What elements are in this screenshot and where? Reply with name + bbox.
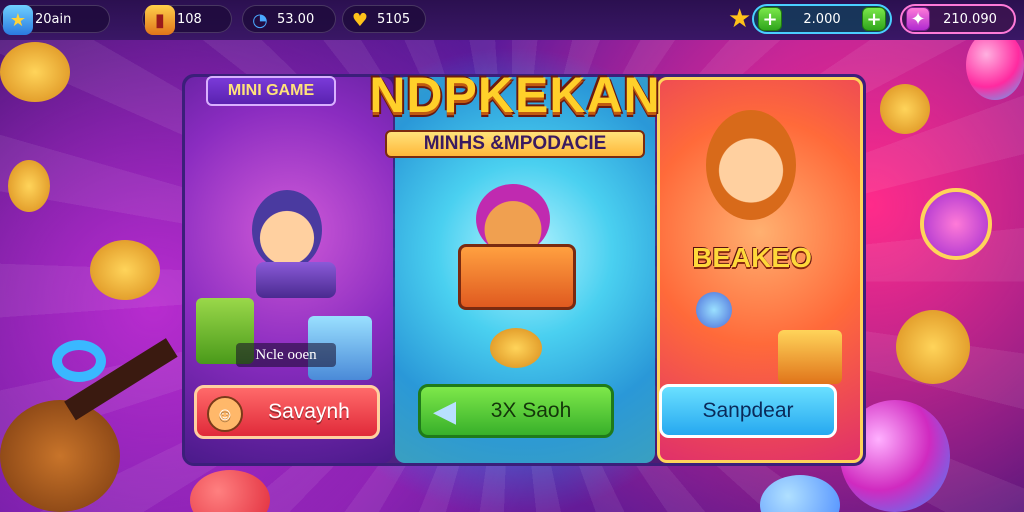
star-icon: ★ xyxy=(3,5,33,35)
savaynh-button[interactable]: ☺ Savaynh xyxy=(194,385,380,439)
coin-icon xyxy=(896,310,970,384)
ring-icon xyxy=(52,340,106,382)
heart-icon: ♥ xyxy=(351,9,369,31)
card1-caption: Ncle ooen xyxy=(236,343,336,367)
coin-icon xyxy=(880,84,930,134)
savaynh-button-label: Savaynh xyxy=(268,400,350,423)
coin-icon xyxy=(8,160,50,212)
hud-hearts[interactable]: ♥ 5105 xyxy=(342,5,426,33)
hud-gems[interactable]: ✦ 210.090 xyxy=(900,4,1016,34)
coin-icon xyxy=(90,240,160,300)
gift-box-icon xyxy=(778,330,842,384)
hud-gems-value: 210.090 xyxy=(943,11,997,27)
coin-icon xyxy=(490,328,542,368)
clock-icon: ◔ xyxy=(252,9,268,31)
gem-icon: ✦ xyxy=(906,7,930,31)
star-badge-icon xyxy=(696,292,732,328)
card3-label: BEAKEO xyxy=(692,242,812,273)
potion-icon: ▮ xyxy=(145,5,175,35)
3x-saoh-button-label: 3X Saoh xyxy=(490,399,572,422)
hud-time[interactable]: ◔ 53.00 xyxy=(242,5,336,33)
3x-saoh-button[interactable]: ◀ 3X Saoh xyxy=(418,384,614,438)
hud-stars-value: 20ain xyxy=(35,11,72,27)
acorn-face-icon: ☺ xyxy=(207,396,243,432)
hud-stars[interactable]: ★ 20ain xyxy=(0,5,110,35)
game-subtitle: MINHS &MPODACIE xyxy=(385,130,645,158)
hud-currency-1-value: 2.000 xyxy=(803,11,841,27)
gamer-character-3 xyxy=(706,110,796,220)
mini-game-tag: MINI GAME xyxy=(206,76,336,106)
badge-icon xyxy=(920,188,992,260)
hud-hearts-value: 5105 xyxy=(377,11,411,27)
coin-icon xyxy=(0,42,70,102)
ball-icon xyxy=(966,30,1024,100)
boombox-icon xyxy=(458,244,576,310)
hud-potions[interactable]: ▮ 108 xyxy=(142,5,232,35)
sanpdear-button[interactable]: Sanpdear xyxy=(659,384,837,438)
plus-icon[interactable]: + xyxy=(758,7,782,31)
gamer-character-1 xyxy=(252,190,322,270)
triangle-icon: ◀ xyxy=(433,395,457,428)
star-icon: ★ xyxy=(728,4,752,34)
hud-currency-1[interactable]: + 2.000 + xyxy=(752,4,892,34)
sanpdear-button-label: Sanpdear xyxy=(702,399,794,422)
game-title: NDPKEKAN xyxy=(369,67,661,123)
hud-potions-value: 108 xyxy=(177,11,202,27)
guitar-icon xyxy=(0,400,120,512)
add-currency-button[interactable]: + xyxy=(862,7,886,31)
console-icon xyxy=(256,262,336,298)
hud-time-value: 53.00 xyxy=(277,11,315,27)
